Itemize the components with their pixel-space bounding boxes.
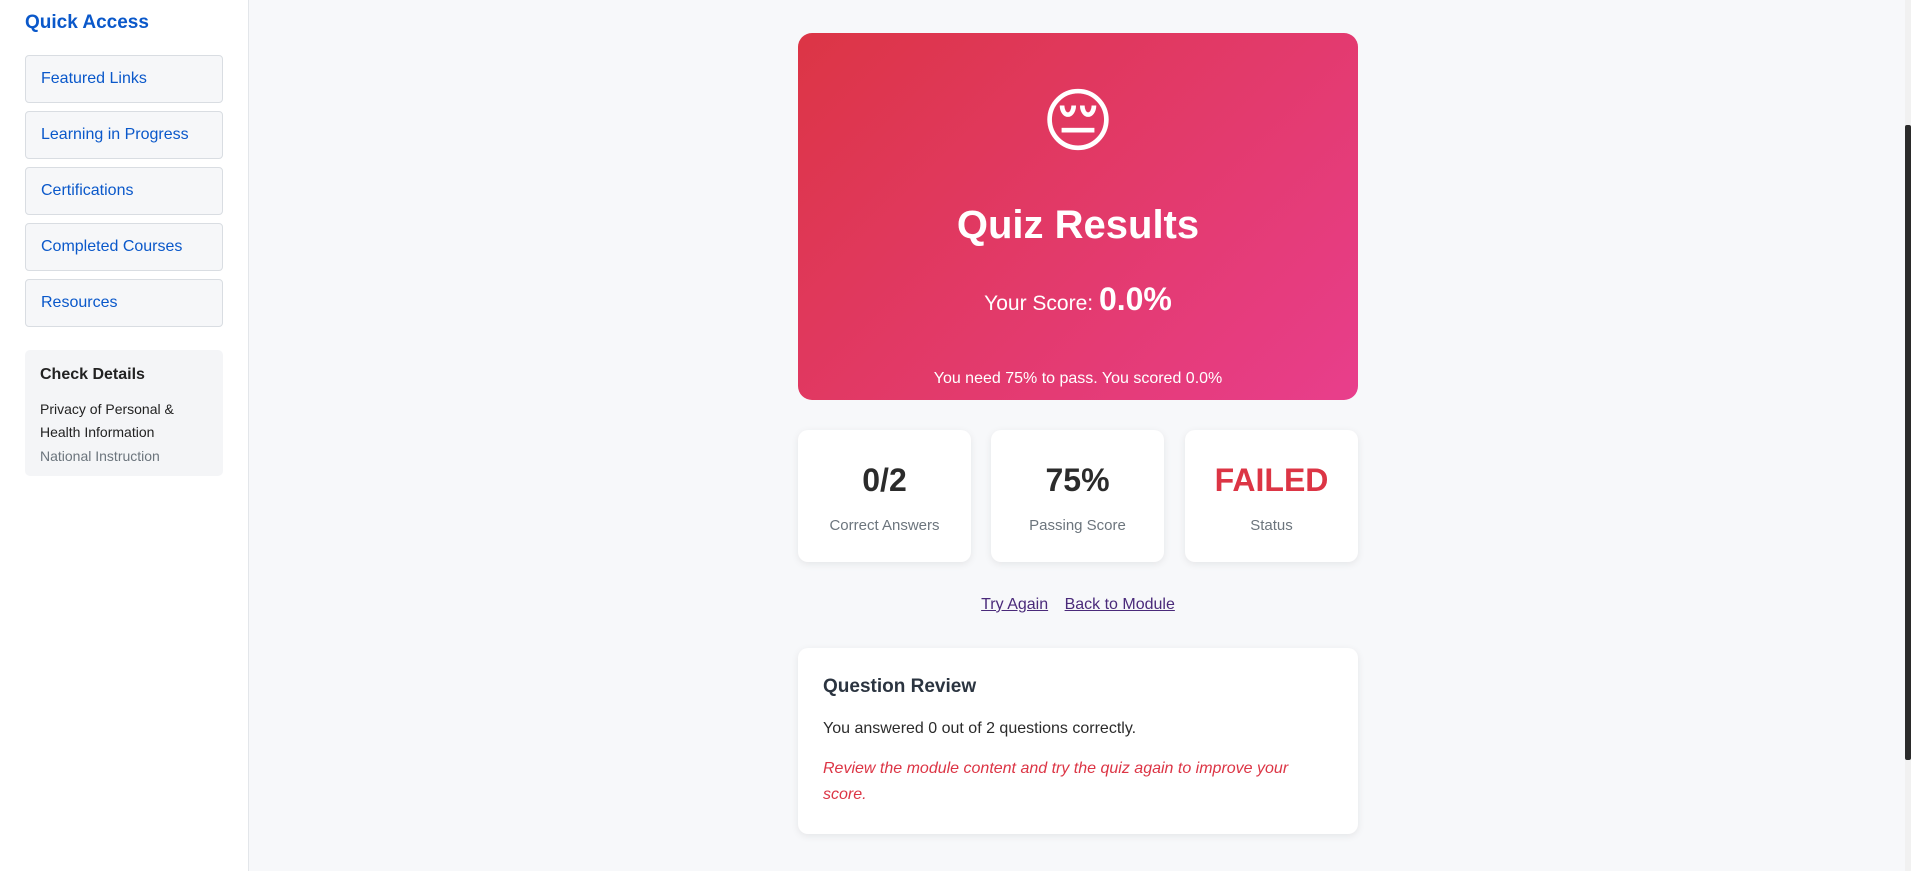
sidebar-item-completed-courses[interactable]: Completed Courses (25, 223, 223, 271)
check-details-panel: Check Details Privacy of Personal & Heal… (25, 350, 223, 476)
app-root: Quick Access Featured Links Learning in … (0, 0, 1911, 871)
score-value: 0.0% (1098, 281, 1172, 317)
status-badge: FAILED (1214, 462, 1329, 498)
sidebar-item-featured-links[interactable]: Featured Links (25, 55, 223, 103)
page-title: Quiz Results (956, 203, 1200, 247)
scrollbar-thumb[interactable] (1905, 125, 1911, 760)
sidebar-title: Quick Access (25, 12, 149, 33)
stat-card-status: FAILED Status (1185, 430, 1358, 562)
score-label: Your Score: (984, 292, 1094, 315)
result-actions: Try Again Back to Module (798, 594, 1358, 616)
stat-card-passing-score: 75% Passing Score (991, 430, 1164, 562)
question-review-hint: Review the module content and try the qu… (823, 760, 1289, 803)
question-review-card: Question Review You answered 0 out of 2 … (798, 648, 1358, 834)
check-details-course-type: National Instruction (40, 448, 160, 464)
status-label: Status (1250, 517, 1293, 534)
sidebar-item-learning-in-progress[interactable]: Learning in Progress (25, 111, 223, 159)
back-to-module-link[interactable]: Back to Module (1065, 596, 1175, 613)
page-scrollbar[interactable] (1905, 0, 1911, 871)
sidebar-item-certifications[interactable]: Certifications (25, 167, 223, 215)
sidebar-item-resources[interactable]: Resources (25, 279, 223, 327)
check-details-title: Check Details (40, 366, 145, 383)
question-review-summary: You answered 0 out of 2 questions correc… (823, 720, 1137, 737)
correct-answers-value: 0/2 (862, 462, 907, 498)
correct-answers-label: Correct Answers (829, 517, 940, 534)
score-line: Your Score: 0.0% (798, 279, 1358, 324)
passing-score-label: Passing Score (1029, 517, 1126, 534)
passing-score-value: 75% (1045, 462, 1110, 498)
results-hero-card: 😔 Quiz Results Your Score: 0.0% You need… (798, 33, 1358, 400)
sidebar: Quick Access Featured Links Learning in … (0, 0, 249, 871)
try-again-link[interactable]: Try Again (981, 596, 1048, 613)
stat-card-correct-answers: 0/2 Correct Answers (798, 430, 971, 562)
check-details-course-name: Privacy of Personal & Health Information (40, 401, 174, 440)
main-content: 😔 Quiz Results Your Score: 0.0% You need… (249, 0, 1905, 871)
pensive-face-icon: 😔 (1041, 82, 1115, 160)
question-review-title: Question Review (823, 676, 977, 697)
pass-requirement-note: You need 75% to pass. You scored 0.0% (933, 370, 1223, 387)
